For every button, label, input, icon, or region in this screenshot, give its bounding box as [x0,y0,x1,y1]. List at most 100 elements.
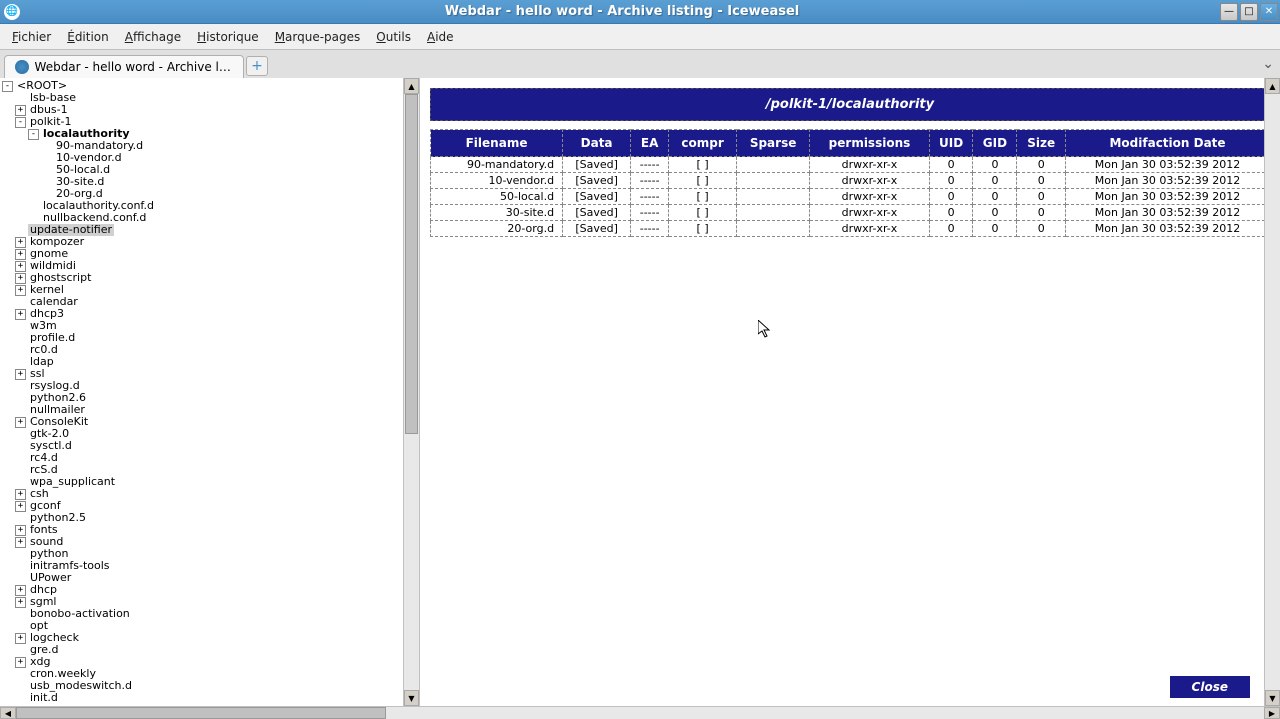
menu-historique[interactable]: Historique [189,28,267,46]
expand-icon[interactable]: + [15,501,26,512]
tree-node[interactable]: profile.d [2,332,401,344]
table-cell: 50-local.d [431,189,563,205]
tree-node[interactable]: init.d [2,692,401,704]
expand-icon[interactable]: + [15,249,26,260]
collapse-icon[interactable]: - [28,129,39,140]
tree-node[interactable]: rc0.d [2,344,401,356]
expand-icon[interactable]: + [15,369,26,380]
table-cell [736,189,809,205]
table-cell: Mon Jan 30 03:52:39 2012 [1066,157,1270,173]
tree-node[interactable]: gre.d [2,644,401,656]
table-cell: 0 [973,189,1017,205]
table-row[interactable]: 20-org.d[Saved]-----[ ]drwxr-xr-x000Mon … [431,221,1270,237]
detail-vertical-scrollbar[interactable]: ▲ ▼ [1264,78,1280,706]
expand-icon[interactable]: + [15,633,26,644]
table-cell: 0 [1017,189,1066,205]
menu-fichier[interactable]: Fichier [4,28,59,46]
expand-icon[interactable]: + [15,105,26,116]
column-header: Data [563,130,631,157]
expand-icon[interactable]: + [15,585,26,596]
expand-icon[interactable]: + [15,273,26,284]
tree-node[interactable]: +dhcp [2,584,401,596]
expand-icon[interactable]: + [15,417,26,428]
tree-node[interactable]: ldap [2,356,401,368]
new-tab-button[interactable]: + [246,56,268,76]
table-cell: Mon Jan 30 03:52:39 2012 [1066,221,1270,237]
table-cell: 0 [973,173,1017,189]
table-cell: Mon Jan 30 03:52:39 2012 [1066,205,1270,221]
table-cell: 30-site.d [431,205,563,221]
scroll-down-icon[interactable]: ▼ [404,690,419,706]
table-row[interactable]: 50-local.d[Saved]-----[ ]drwxr-xr-x000Mo… [431,189,1270,205]
menu-aide[interactable]: Aide [419,28,462,46]
tree-node[interactable]: wpa_supplicant [2,476,401,488]
close-window-button[interactable]: ✕ [1260,3,1278,21]
table-cell: 0 [973,157,1017,173]
tree-node[interactable]: sysctl.d [2,440,401,452]
table-cell: 90-mandatory.d [431,157,563,173]
tabs-dropdown-icon[interactable]: ⌄ [1262,56,1274,72]
menu-outils[interactable]: Outils [368,28,419,46]
tree-vertical-scrollbar[interactable]: ▲ ▼ [403,78,419,706]
table-body: 90-mandatory.d[Saved]-----[ ]drwxr-xr-x0… [431,157,1270,237]
table-cell: 0 [929,173,973,189]
scroll-up-icon[interactable]: ▲ [1265,78,1280,94]
collapse-icon[interactable]: - [15,117,26,128]
scroll-track[interactable] [16,707,1264,719]
expand-icon[interactable]: + [15,489,26,500]
table-header-row: FilenameDataEAcomprSparsepermissionsUIDG… [431,130,1270,157]
table-cell: 0 [973,221,1017,237]
tree-node[interactable]: +dhcp3 [2,308,401,320]
expand-icon[interactable]: + [15,261,26,272]
menu-édition[interactable]: Édition [59,28,117,46]
table-cell: 0 [929,221,973,237]
table-cell [736,157,809,173]
table-cell: 0 [1017,157,1066,173]
scroll-down-icon[interactable]: ▼ [1265,690,1280,706]
table-row[interactable]: 90-mandatory.d[Saved]-----[ ]drwxr-xr-x0… [431,157,1270,173]
expand-icon[interactable]: + [15,525,26,536]
maximize-button[interactable]: □ [1240,3,1258,21]
tree-node[interactable]: rc4.d [2,452,401,464]
expand-icon[interactable]: + [15,309,26,320]
tree-panel: -<ROOT>lsb-base+dbus-1-polkit-1-localaut… [0,78,420,706]
app-icon: 🌐 [4,4,20,20]
scroll-up-icon[interactable]: ▲ [404,78,419,94]
table-cell: [ ] [669,205,737,221]
file-table: FilenameDataEAcomprSparsepermissionsUIDG… [430,129,1270,237]
table-row[interactable]: 30-site.d[Saved]-----[ ]drwxr-xr-x000Mon… [431,205,1270,221]
column-header: EA [631,130,669,157]
tree-node[interactable]: +logcheck [2,632,401,644]
horizontal-scrollbar[interactable]: ◀ ▶ [0,706,1280,719]
expand-icon[interactable]: + [15,657,26,668]
tree-node[interactable]: UPower [2,572,401,584]
window-controls: — □ ✕ [1220,3,1278,21]
expand-icon[interactable]: + [15,537,26,548]
table-cell: 10-vendor.d [431,173,563,189]
table-row[interactable]: 10-vendor.d[Saved]-----[ ]drwxr-xr-x000M… [431,173,1270,189]
tree-node[interactable]: python2.5 [2,512,401,524]
table-cell: [ ] [669,189,737,205]
menu-affichage[interactable]: Affichage [117,28,189,46]
minimize-button[interactable]: — [1220,3,1238,21]
tree-label[interactable]: init.d [28,692,60,704]
scroll-right-icon[interactable]: ▶ [1264,707,1280,719]
close-button[interactable]: Close [1170,676,1250,698]
table-cell: 20-org.d [431,221,563,237]
scroll-thumb[interactable] [16,707,386,719]
expand-icon[interactable]: + [15,597,26,608]
scroll-thumb[interactable] [405,94,418,434]
expand-icon[interactable]: + [15,285,26,296]
tree-node[interactable]: bonobo-activation [2,608,401,620]
tree-scroll[interactable]: -<ROOT>lsb-base+dbus-1-polkit-1-localaut… [0,78,403,706]
tree-node[interactable]: usb_modeswitch.d [2,680,401,692]
tree-node[interactable]: +csh [2,488,401,500]
table-cell: drwxr-xr-x [810,189,930,205]
scroll-left-icon[interactable]: ◀ [0,707,16,719]
tab-active[interactable]: Webdar - hello word - Archive lis... [4,55,244,78]
expand-icon[interactable]: + [15,237,26,248]
content-area: -<ROOT>lsb-base+dbus-1-polkit-1-localaut… [0,78,1280,706]
collapse-icon[interactable]: - [2,81,13,92]
table-cell: ----- [631,221,669,237]
menu-marque-pages[interactable]: Marque-pages [267,28,369,46]
